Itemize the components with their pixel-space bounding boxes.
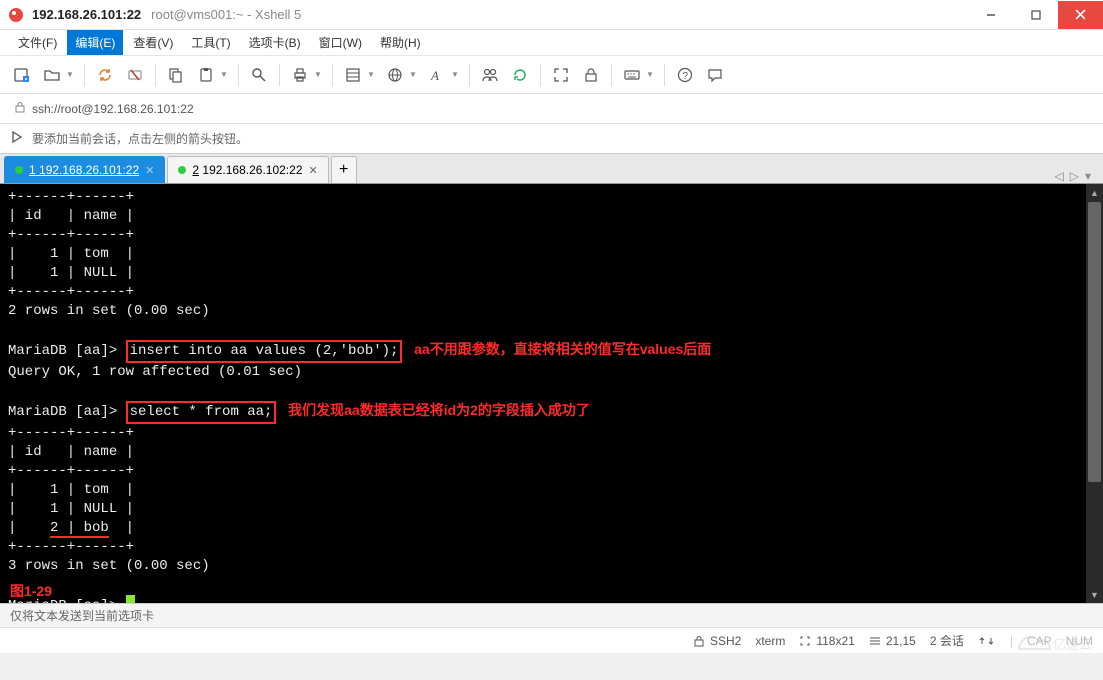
new-session-icon[interactable] — [8, 61, 36, 89]
dropdown-icon[interactable]: ▼ — [314, 70, 324, 79]
terminal[interactable]: +------+------+ | id | name | +------+--… — [0, 184, 1103, 603]
svg-text:?: ? — [683, 71, 689, 82]
print-icon[interactable] — [286, 61, 314, 89]
infobar-text: 要添加当前会话，点击左侧的箭头按钮。 — [32, 130, 248, 147]
add-session-arrow-icon[interactable] — [10, 130, 24, 147]
disconnect-icon[interactable] — [121, 61, 149, 89]
tab-label: 192.168.26.102:22 — [202, 163, 302, 177]
reconnect-icon[interactable] — [91, 61, 119, 89]
tab-scroll-left-icon[interactable]: ◁ — [1055, 169, 1064, 183]
status-size: 118x21 — [799, 634, 854, 648]
window-title-main: 192.168.26.101:22 — [32, 7, 141, 22]
copy-icon[interactable] — [162, 61, 190, 89]
toolbar-separator — [611, 64, 612, 86]
status-pos: 21,15 — [869, 634, 916, 648]
menu-help[interactable]: 帮助(H) — [372, 30, 429, 55]
tab-index: 1 — [29, 163, 36, 177]
menu-view[interactable]: 查看(V) — [125, 30, 181, 55]
tab-label: 192.168.26.101:22 — [39, 163, 139, 177]
address-text: ssh://root@192.168.26.101:22 — [32, 102, 194, 116]
annotation-2: 我们发现aa数据表已经将id为2的字段插入成功了 — [276, 402, 589, 418]
highlight-select: select * from aa; — [126, 401, 277, 424]
minimize-button[interactable] — [968, 1, 1013, 29]
font-icon[interactable]: A — [423, 61, 451, 89]
session-tab-2[interactable]: 2 192.168.26.102:22 ✕ — [167, 156, 328, 183]
properties-icon[interactable] — [339, 61, 367, 89]
toolbar-separator — [664, 64, 665, 86]
infobar: 要添加当前会话，点击左侧的箭头按钮。 — [0, 124, 1103, 154]
tabstrip: 1 192.168.26.101:22 ✕ 2 192.168.26.102:2… — [0, 154, 1103, 184]
app-icon — [8, 7, 24, 23]
open-folder-icon[interactable] — [38, 61, 66, 89]
window-title-sub: root@vms001:~ - Xshell 5 — [151, 7, 301, 22]
annotation-1: aa不用跟参数，直接将相关的值写在values后面 — [402, 341, 711, 357]
watermark: 亿速云 — [1013, 629, 1093, 660]
lock-small-icon — [14, 101, 26, 116]
toolbar-separator — [332, 64, 333, 86]
tab-close-icon[interactable]: ✕ — [145, 164, 154, 177]
status-protocol: SSH2 — [693, 634, 741, 648]
dropdown-icon[interactable]: ▼ — [451, 70, 461, 79]
status-hint-text: 仅将文本发送到当前选项卡 — [10, 607, 154, 624]
menu-tabs[interactable]: 选项卡(B) — [241, 30, 309, 55]
status-dot-icon — [15, 166, 23, 174]
menu-tools[interactable]: 工具(T) — [183, 30, 238, 55]
scroll-up-icon[interactable]: ▲ — [1086, 184, 1103, 201]
keyboard-icon[interactable] — [618, 61, 646, 89]
window-controls — [968, 1, 1103, 29]
toolbar-separator — [540, 64, 541, 86]
dropdown-icon[interactable]: ▼ — [66, 70, 76, 79]
terminal-wrapper: +------+------+ | id | name | +------+--… — [0, 184, 1103, 603]
paste-icon[interactable] — [192, 61, 220, 89]
status-dot-icon — [178, 166, 186, 174]
tab-index: 2 — [192, 163, 199, 177]
tab-scroll-arrows: ◁ ▷ ▾ — [1055, 169, 1100, 183]
statusbar: SSH2 xterm 118x21 21,15 2 会话 | CAP NUM — [0, 627, 1103, 653]
tab-menu-icon[interactable]: ▾ — [1085, 169, 1091, 183]
fullscreen-icon[interactable] — [547, 61, 575, 89]
dropdown-icon[interactable]: ▼ — [409, 70, 419, 79]
dropdown-icon[interactable]: ▼ — [646, 70, 656, 79]
toolbar-separator — [238, 64, 239, 86]
globe-icon[interactable] — [381, 61, 409, 89]
refresh-icon[interactable] — [506, 61, 534, 89]
status-term: xterm — [755, 634, 785, 648]
menu-file[interactable]: 文件(F) — [10, 30, 65, 55]
users-icon[interactable] — [476, 61, 504, 89]
dropdown-icon[interactable]: ▼ — [220, 70, 230, 79]
toolbar-separator — [155, 64, 156, 86]
search-icon[interactable] — [245, 61, 273, 89]
add-tab-button[interactable]: + — [331, 156, 357, 183]
svg-text:A: A — [430, 68, 439, 83]
toolbar-separator — [279, 64, 280, 86]
chat-icon[interactable] — [701, 61, 729, 89]
scroll-down-icon[interactable]: ▼ — [1086, 586, 1103, 603]
toolbar-separator — [84, 64, 85, 86]
addressbar[interactable]: ssh://root@192.168.26.101:22 — [0, 94, 1103, 124]
menu-edit[interactable]: 编辑(E) — [67, 30, 123, 55]
statusbar-hint: 仅将文本发送到当前选项卡 — [0, 603, 1103, 627]
highlight-insert: insert into aa values (2,'bob'); — [126, 340, 403, 363]
tab-close-icon[interactable]: ✕ — [309, 164, 318, 177]
status-sessions: 2 会话 — [930, 632, 964, 649]
lock-icon[interactable] — [577, 61, 605, 89]
toolbar-separator — [469, 64, 470, 86]
terminal-scrollbar[interactable]: ▲ ▼ — [1086, 184, 1103, 603]
scrollbar-thumb[interactable] — [1088, 202, 1101, 482]
tab-scroll-right-icon[interactable]: ▷ — [1070, 169, 1079, 183]
status-updown-icon — [978, 635, 996, 647]
menu-window[interactable]: 窗口(W) — [311, 30, 370, 55]
figure-label: 图1-29 — [10, 582, 52, 601]
toolbar: ▼ ▼ ▼ ▼ ▼ A ▼ ▼ ? — [0, 56, 1103, 94]
terminal-cursor — [126, 595, 135, 603]
highlight-row-bob: 2 | bob — [50, 520, 109, 538]
help-icon[interactable]: ? — [671, 61, 699, 89]
session-tab-1[interactable]: 1 192.168.26.101:22 ✕ — [4, 156, 165, 183]
dropdown-icon[interactable]: ▼ — [367, 70, 377, 79]
menubar: 文件(F) 编辑(E) 查看(V) 工具(T) 选项卡(B) 窗口(W) 帮助(… — [0, 30, 1103, 56]
maximize-button[interactable] — [1013, 1, 1058, 29]
titlebar: 192.168.26.101:22 root@vms001:~ - Xshell… — [0, 0, 1103, 30]
close-button[interactable] — [1058, 1, 1103, 29]
svg-text:亿速云: 亿速云 — [1053, 637, 1092, 652]
